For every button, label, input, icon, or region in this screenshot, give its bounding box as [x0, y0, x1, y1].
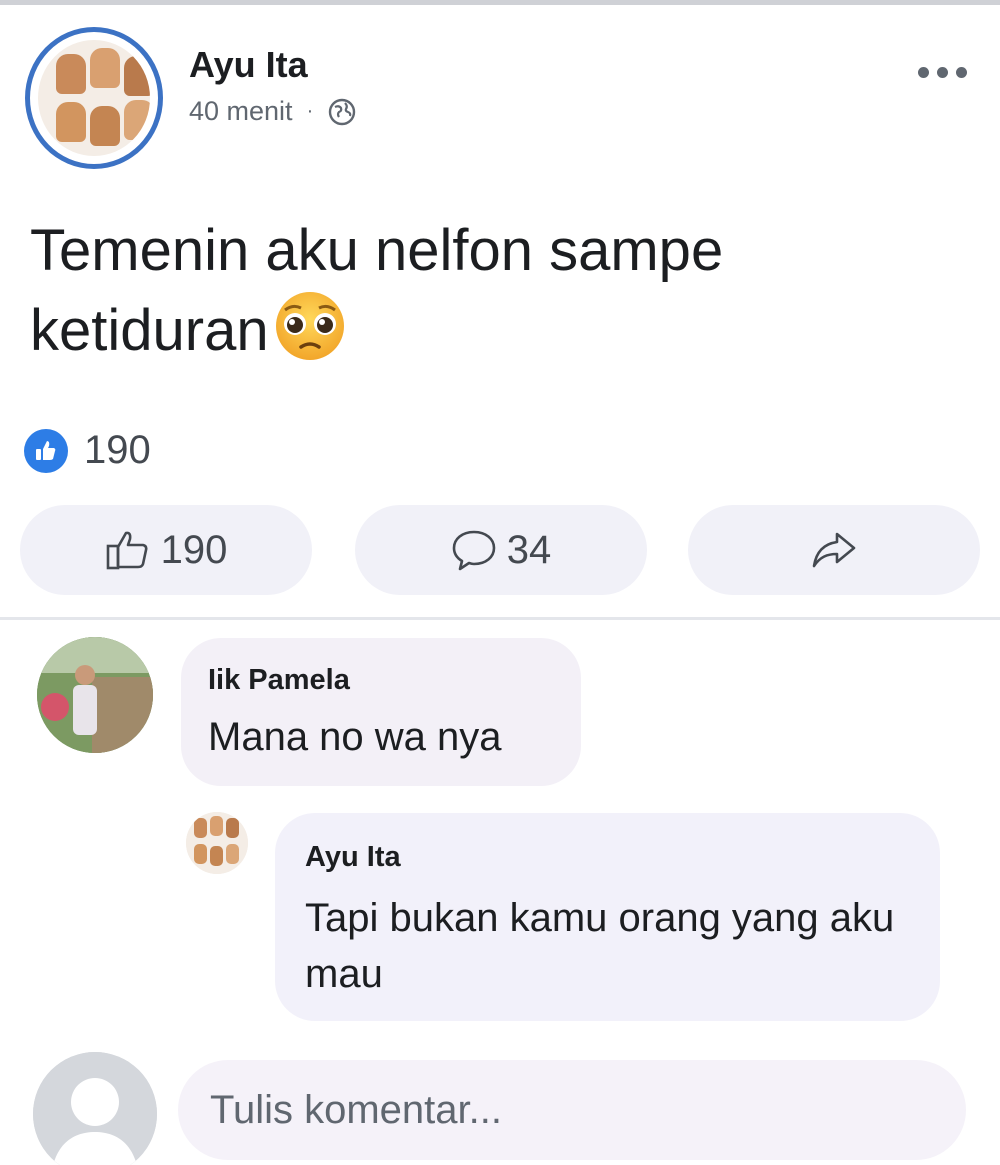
like-button[interactable]: 190 [20, 505, 312, 595]
comment-bubble [181, 638, 581, 786]
share-button[interactable] [688, 505, 980, 595]
post-text: Temenin aku nelfon sampe ketiduran [30, 212, 930, 370]
like-button-count: 190 [160, 527, 228, 572]
like-icon [36, 441, 56, 460]
top-divider [0, 0, 1000, 5]
comment-text: Mana no wa nya [208, 715, 502, 759]
comment-button-count: 34 [506, 527, 552, 572]
default-profile-icon [33, 1052, 157, 1165]
post-text-content: Temenin aku nelfon sampe ketiduran [30, 218, 724, 363]
post-author-avatar[interactable] [25, 27, 163, 169]
thumbs-up-icon [106, 531, 148, 570]
current-user-avatar [33, 1052, 157, 1165]
pleading-face-emoji [275, 292, 344, 360]
section-divider [0, 617, 1000, 620]
comment-icon [452, 530, 496, 571]
comment-input[interactable] [178, 1060, 966, 1160]
post-timestamp[interactable]: 40 menit [189, 96, 293, 127]
comment-author[interactable]: Iik Pamela [208, 664, 350, 697]
reply-text: Tapi bukan kamu orang yang aku mau [305, 896, 895, 996]
globe-icon [329, 98, 356, 125]
more-options-icon[interactable] [918, 60, 972, 84]
commenter-avatar[interactable] [37, 637, 153, 753]
like-reaction-icon[interactable] [24, 429, 68, 473]
meta-separator: · [306, 100, 314, 122]
post-meta: 40 menit · [189, 96, 357, 127]
post-author-name[interactable]: Ayu Ita [189, 44, 308, 86]
share-icon [812, 532, 856, 568]
reply-author[interactable]: Ayu Ita [305, 841, 401, 874]
reply-author-avatar[interactable] [186, 812, 248, 874]
reaction-count[interactable]: 190 [84, 428, 151, 473]
comment-button[interactable]: 34 [355, 505, 647, 595]
